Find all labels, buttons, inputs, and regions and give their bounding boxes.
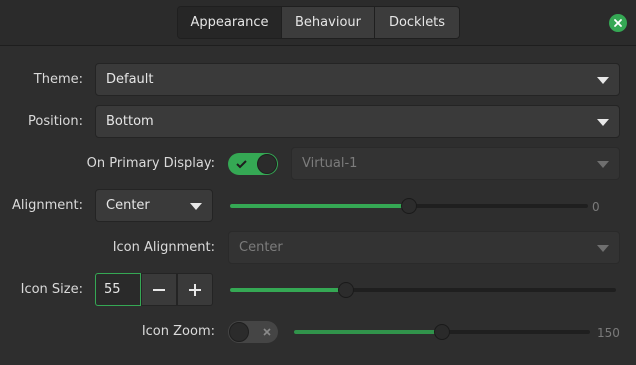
dropdown-arrow-icon bbox=[597, 161, 609, 168]
icon-alignment-label: Icon Alignment: bbox=[112, 240, 215, 255]
display-value: Virtual-1 bbox=[302, 156, 358, 171]
close-button[interactable] bbox=[609, 14, 627, 32]
dropdown-arrow-icon bbox=[597, 77, 609, 84]
theme-label: Theme: bbox=[33, 72, 83, 87]
tab-appearance[interactable]: Appearance bbox=[178, 7, 282, 38]
alignment-label: Alignment: bbox=[12, 198, 83, 213]
plus-icon bbox=[189, 283, 201, 296]
icon-alignment-value: Center bbox=[239, 240, 283, 255]
icon-alignment-dropdown[interactable]: Center bbox=[228, 231, 620, 264]
alignment-dropdown[interactable]: Center bbox=[95, 189, 213, 222]
position-label: Position: bbox=[28, 114, 83, 129]
icon-zoom-slider[interactable] bbox=[294, 322, 590, 342]
close-icon bbox=[614, 19, 622, 27]
slider-fill bbox=[230, 204, 409, 208]
switch-knob bbox=[257, 154, 277, 174]
slider-fill bbox=[294, 330, 442, 334]
icon-zoom-switch[interactable] bbox=[228, 321, 278, 343]
tab-docklets[interactable]: Docklets bbox=[375, 7, 459, 38]
slider-fill bbox=[230, 288, 346, 292]
icon-size-label: Icon Size: bbox=[20, 282, 83, 297]
slider-handle[interactable] bbox=[434, 324, 450, 340]
position-dropdown[interactable]: Bottom bbox=[95, 105, 620, 138]
theme-dropdown[interactable]: Default bbox=[95, 63, 620, 96]
primary-display-switch[interactable] bbox=[228, 153, 278, 175]
offset-value: 0 bbox=[592, 200, 600, 214]
display-dropdown[interactable]: Virtual-1 bbox=[291, 147, 620, 180]
icon-zoom-value: 150 bbox=[597, 326, 620, 340]
dropdown-arrow-icon bbox=[597, 245, 609, 252]
position-value: Bottom bbox=[106, 114, 154, 129]
offset-slider[interactable] bbox=[230, 196, 588, 216]
minus-icon bbox=[153, 288, 165, 291]
header-bar: Appearance Behaviour Docklets bbox=[0, 0, 636, 46]
dropdown-arrow-icon bbox=[597, 119, 609, 126]
primary-display-label: On Primary Display: bbox=[86, 156, 215, 171]
increase-button[interactable] bbox=[177, 273, 213, 306]
cross-icon bbox=[263, 328, 271, 336]
tab-bar: Appearance Behaviour Docklets bbox=[177, 6, 460, 39]
theme-value: Default bbox=[106, 72, 154, 87]
check-icon bbox=[236, 160, 247, 169]
switch-knob bbox=[229, 322, 249, 342]
slider-handle[interactable] bbox=[401, 198, 417, 214]
decrease-button[interactable] bbox=[141, 273, 177, 306]
icon-zoom-label: Icon Zoom: bbox=[141, 324, 215, 339]
alignment-value: Center bbox=[106, 198, 150, 213]
tab-behaviour[interactable]: Behaviour bbox=[282, 7, 375, 38]
icon-size-input[interactable]: 55 bbox=[95, 273, 141, 306]
dropdown-arrow-icon bbox=[190, 203, 202, 210]
icon-size-slider[interactable] bbox=[230, 280, 616, 300]
slider-handle[interactable] bbox=[337, 282, 354, 298]
